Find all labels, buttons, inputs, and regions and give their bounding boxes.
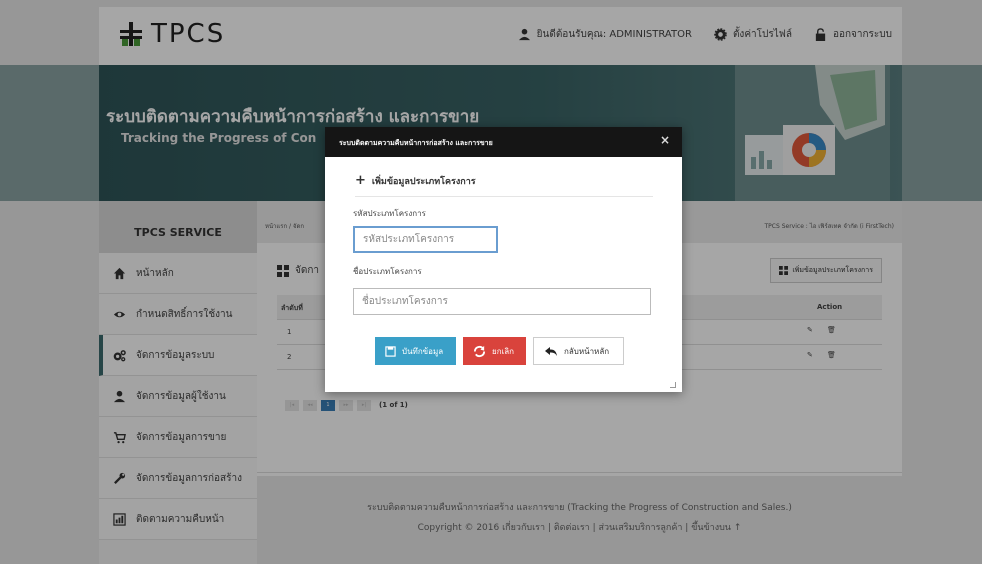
add-project-type-dialog: ระบบติดตามความคืบหน้าการก่อสร้าง และการข… <box>325 127 682 392</box>
dialog-section-title: + เพิ่มข้อมูลประเภทโครงการ <box>355 173 653 197</box>
save-icon <box>385 345 396 357</box>
cancel-button[interactable]: ยกเลิก <box>463 337 526 365</box>
save-button[interactable]: บันทึกข้อมูล <box>375 337 456 365</box>
resize-handle[interactable] <box>670 382 676 388</box>
reply-icon <box>545 346 557 356</box>
code-label: รหัสประเภทโครงการ <box>353 209 426 218</box>
dialog-title: ระบบติดตามความคืบหน้าการก่อสร้าง และการข… <box>339 139 493 147</box>
name-label: ชื่อประเภทโครงการ <box>353 267 422 276</box>
project-type-name-input[interactable]: ชื่อประเภทโครงการ <box>353 288 651 315</box>
dialog-header: ระบบติดตามความคืบหน้าการก่อสร้าง และการข… <box>325 127 682 157</box>
plus-icon: + <box>355 173 366 188</box>
project-type-code-input[interactable]: รหัสประเภทโครงการ <box>353 226 498 253</box>
back-to-main-button[interactable]: กลับหน้าหลัก <box>533 337 624 365</box>
refresh-icon <box>473 345 486 357</box>
close-icon[interactable]: × <box>660 133 670 147</box>
